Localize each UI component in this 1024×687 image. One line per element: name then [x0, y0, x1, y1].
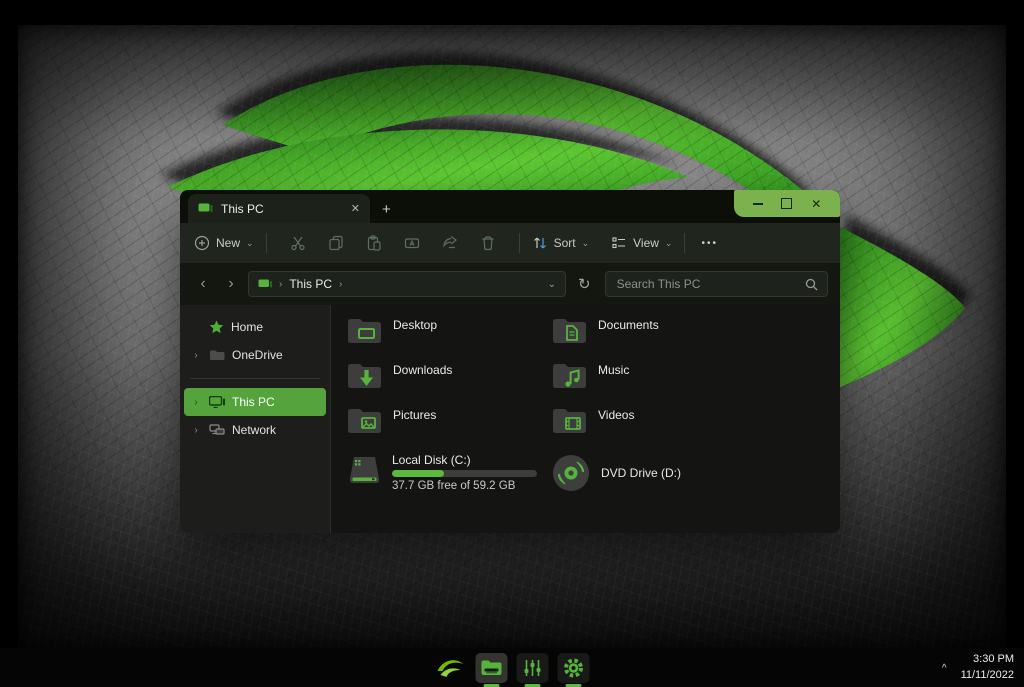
tab-title: This PC: [221, 202, 343, 216]
breadcrumb-chevron-icon: ›: [279, 279, 282, 290]
maximize-icon[interactable]: [781, 198, 792, 209]
close-icon[interactable]: ✕: [811, 197, 821, 211]
sidebar-divider: [190, 378, 320, 379]
address-bar[interactable]: › This PC › ⌄: [248, 271, 566, 297]
paste-icon[interactable]: [366, 235, 382, 251]
breadcrumb-chevron-icon[interactable]: ›: [339, 279, 342, 290]
back-button[interactable]: ‹: [192, 275, 214, 293]
running-indicator: [566, 684, 582, 687]
pictures-folder-icon: [346, 405, 383, 436]
downloads-folder-icon: [346, 360, 383, 391]
disk-usage-bar: [392, 470, 537, 477]
toolbar-divider: [684, 233, 685, 253]
view-list-icon: [611, 235, 627, 251]
documents-folder-icon: [551, 315, 588, 346]
tab-close-icon[interactable]: ✕: [351, 202, 360, 215]
search-input[interactable]: [615, 276, 805, 292]
tab-this-pc[interactable]: This PC ✕: [188, 194, 370, 223]
refresh-button[interactable]: ↻: [578, 275, 591, 293]
titlebar: This PC ✕ + ✕: [180, 190, 840, 223]
rename-icon[interactable]: [404, 235, 420, 251]
window-controls: ✕: [734, 190, 840, 217]
folder-tile-music[interactable]: Music: [551, 360, 756, 405]
expand-chevron-icon[interactable]: ›: [190, 397, 202, 408]
sort-button[interactable]: Sort ⌄: [532, 235, 590, 251]
toolbar-divider: [266, 233, 267, 253]
onedrive-icon: [209, 349, 225, 361]
taskbar-mixer-app[interactable]: [517, 653, 549, 683]
expand-chevron-icon[interactable]: ›: [190, 350, 202, 361]
navigation-pane: Home › OneDrive › This PC ›: [180, 305, 330, 533]
disk-free-text: 37.7 GB free of 59.2 GB: [392, 480, 537, 492]
hard-disk-icon: [346, 453, 383, 489]
expand-chevron-icon[interactable]: ›: [190, 425, 202, 436]
delete-icon[interactable]: [480, 235, 496, 251]
folder-tile-downloads[interactable]: Downloads: [346, 360, 551, 405]
file-explorer-window: This PC ✕ + ✕ New ⌄: [180, 190, 840, 533]
chevron-down-icon: ⌄: [665, 238, 673, 249]
file-explorer-icon: [481, 659, 503, 676]
sidebar-item-this-pc[interactable]: › This PC: [184, 388, 326, 416]
content-pane: Desktop Documents Do: [330, 305, 840, 533]
nvidia-logo-icon: [436, 656, 466, 680]
drive-tile-dvd-d[interactable]: DVD Drive (D:): [551, 453, 756, 493]
sidebar-item-network[interactable]: › Network: [184, 416, 326, 444]
new-tab-button[interactable]: +: [382, 201, 391, 218]
this-pc-monitor-icon: [258, 279, 272, 290]
this-pc-monitor-icon: [209, 396, 225, 408]
address-dropdown-icon[interactable]: ⌄: [548, 279, 556, 290]
taskbar-file-explorer[interactable]: [476, 653, 508, 683]
folder-tile-videos[interactable]: Videos: [551, 405, 756, 450]
copy-icon[interactable]: [328, 235, 344, 251]
tray-chevron-up-icon[interactable]: ^: [942, 663, 947, 674]
home-star-icon: [209, 320, 224, 334]
start-button-nvidia[interactable]: [435, 653, 467, 683]
forward-button[interactable]: ›: [220, 275, 242, 293]
system-tray: ^ 3:30 PM 11/11/2022: [942, 648, 1014, 687]
taskbar-center-icons: [435, 648, 590, 687]
folder-tile-desktop[interactable]: Desktop: [346, 315, 551, 360]
toolbar-divider: [519, 233, 520, 253]
clock-time: 3:30 PM: [961, 652, 1014, 668]
explorer-body: Home › OneDrive › This PC ›: [180, 305, 840, 533]
sort-arrows-icon: [532, 235, 548, 251]
plus-circle-icon: [194, 235, 210, 251]
folders-grid: Desktop Documents Do: [346, 315, 840, 450]
command-bar: New ⌄: [180, 223, 840, 263]
running-indicator: [484, 684, 500, 687]
taskbar: ^ 3:30 PM 11/11/2022: [0, 648, 1024, 687]
videos-folder-icon: [551, 405, 588, 436]
network-icon: [209, 424, 225, 436]
share-icon[interactable]: [442, 235, 458, 251]
drive-tile-local-disk-c[interactable]: Local Disk (C:) 37.7 GB free of 59.2 GB: [346, 453, 551, 493]
new-button[interactable]: New ⌄: [194, 235, 254, 251]
cut-icon[interactable]: [290, 235, 306, 251]
taskbar-clock[interactable]: 3:30 PM 11/11/2022: [961, 652, 1014, 684]
sidebar-item-onedrive[interactable]: › OneDrive: [184, 341, 326, 369]
this-pc-monitor-icon: [198, 203, 213, 215]
chevron-down-icon: ⌄: [582, 238, 590, 249]
clock-date: 11/11/2022: [961, 668, 1014, 684]
gear-icon: [563, 657, 585, 679]
search-icon: [805, 278, 818, 291]
folder-tile-documents[interactable]: Documents: [551, 315, 756, 360]
search-box[interactable]: [605, 271, 828, 297]
disk-usage-fill: [392, 470, 444, 477]
address-bar-row: ‹ › › This PC › ⌄ ↻: [180, 263, 840, 305]
running-indicator: [525, 684, 541, 687]
music-folder-icon: [551, 360, 588, 391]
taskbar-settings-app[interactable]: [558, 653, 590, 683]
drives-row: Local Disk (C:) 37.7 GB free of 59.2 GB: [346, 453, 840, 493]
see-more-button[interactable]: •••: [701, 238, 718, 249]
view-button[interactable]: View ⌄: [611, 235, 672, 251]
chevron-down-icon: ⌄: [246, 238, 254, 249]
folder-tile-pictures[interactable]: Pictures: [346, 405, 551, 450]
breadcrumb-this-pc[interactable]: This PC: [289, 277, 332, 291]
desktop-folder-icon: [346, 315, 383, 346]
sliders-mixer-icon: [523, 659, 543, 677]
sidebar-item-home[interactable]: Home: [184, 313, 326, 341]
dvd-disc-icon: [551, 453, 591, 493]
minimize-icon[interactable]: [753, 203, 763, 205]
